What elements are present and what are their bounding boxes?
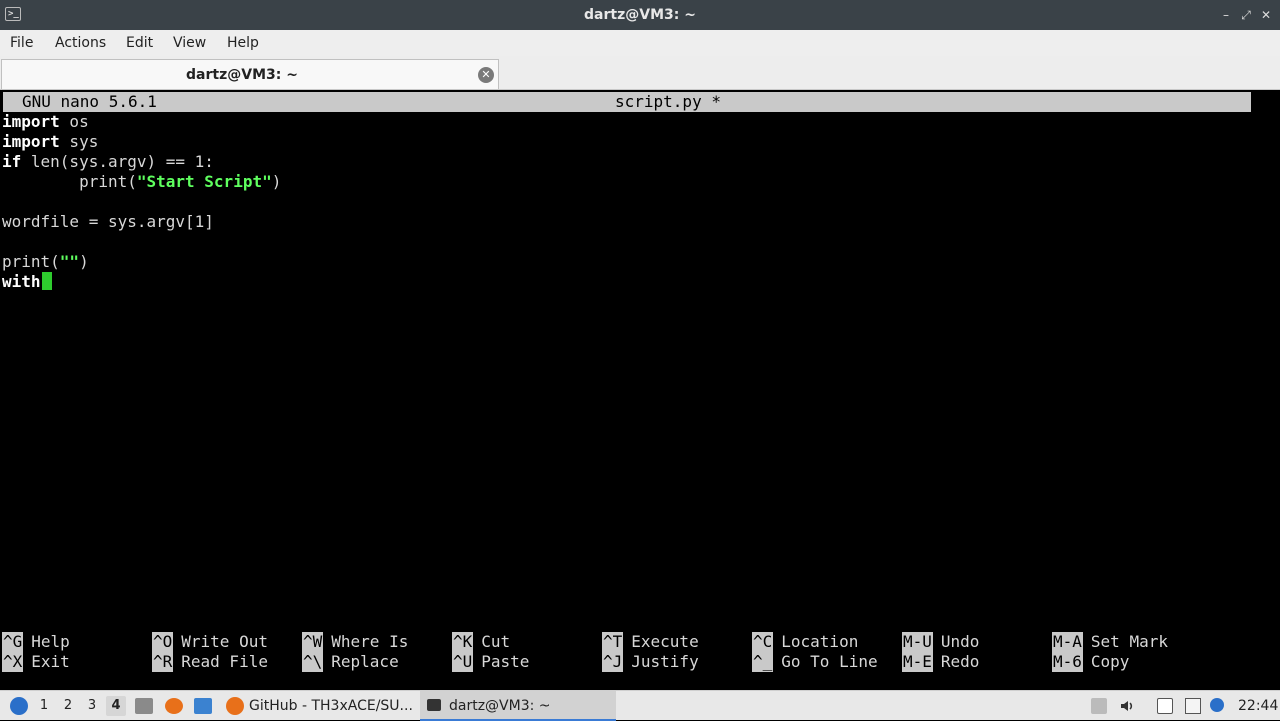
display-icon[interactable] (1185, 698, 1201, 714)
code-line: if len(sys.argv) == 1: (2, 152, 281, 172)
menu-view[interactable]: View (173, 30, 206, 56)
terminal-icon (427, 699, 441, 711)
shortcut-execute: ^T Execute (602, 632, 699, 652)
code-line: wordfile = sys.argv[1] (2, 212, 281, 232)
code-text: ) (271, 172, 282, 191)
code-text: os (59, 112, 89, 131)
code-text: wordfile = sys.argv[1] (2, 212, 214, 231)
terminal-scrollbar[interactable] (1253, 90, 1280, 690)
maximize-button[interactable]: ⤢ (1238, 7, 1254, 23)
shortcut-go-to-line: ^_ Go To Line (752, 652, 878, 672)
code-text: len(sys.argv) == 1: (21, 152, 214, 171)
menubar: File Actions Edit View Help (0, 30, 1280, 56)
code-line: print("") (2, 252, 281, 272)
code-keyword: import (2, 112, 60, 131)
menu-actions[interactable]: Actions (55, 30, 106, 56)
code-text: print( (2, 252, 60, 271)
shortcut-location: ^C Location (752, 632, 859, 652)
code-keyword: with (2, 272, 41, 291)
shortcut-replace: ^\ Replace (302, 652, 399, 672)
volume-icon[interactable] (1119, 698, 1135, 714)
code-keyword: import (2, 132, 60, 151)
shortcut-paste: ^U Paste (452, 652, 530, 672)
shortcut-set-mark: M-A Set Mark (1052, 632, 1168, 652)
terminal-view[interactable]: GNU nano 5.6.1 script.py * import os imp… (0, 90, 1280, 690)
start-menu-icon[interactable] (10, 697, 28, 715)
nano-filename: script.py * (615, 92, 721, 111)
code-editor[interactable]: import os import sys if len(sys.argv) ==… (2, 112, 281, 292)
nano-header: GNU nano 5.6.1 script.py * (3, 92, 1251, 112)
show-desktop-icon[interactable] (194, 698, 212, 714)
clipboard-icon[interactable] (1157, 698, 1173, 714)
code-text: ) (79, 252, 89, 271)
firefox-launcher-icon[interactable] (165, 698, 183, 714)
code-text: sys (59, 132, 99, 151)
task-label: GitHub - TH3xACE/SU... (249, 698, 413, 714)
shortcut-justify: ^J Justify (602, 652, 699, 672)
code-string: "Start Script" (136, 172, 272, 191)
menu-file[interactable]: File (10, 30, 33, 56)
tab-close-icon[interactable]: ✕ (478, 67, 494, 83)
workspace-3[interactable]: 3 (82, 696, 102, 716)
code-string: "" (59, 252, 80, 271)
shortcut-copy: M-6 Copy (1052, 652, 1130, 672)
window-title: dartz@VM3: ~ (584, 7, 696, 23)
menu-edit[interactable]: Edit (126, 30, 153, 56)
update-notifier-icon[interactable] (1210, 698, 1224, 712)
code-line: import sys (2, 132, 281, 152)
menu-help[interactable]: Help (227, 30, 259, 56)
code-line: print("Start Script") (2, 172, 281, 192)
nano-shortcuts: ^G Help ^O Write Out ^W Where Is ^K Cut ^T Ex… (0, 632, 1250, 672)
tab-terminal[interactable]: dartz@VM3: ~ ✕ (1, 59, 499, 89)
code-keyword: if (2, 152, 22, 171)
clock[interactable]: 22:44 (1238, 691, 1278, 721)
workspace-2[interactable]: 2 (58, 696, 78, 716)
shortcut-where-is: ^W Where Is (302, 632, 409, 652)
shortcut-exit: ^X Exit (2, 652, 70, 672)
shortcut-read-file: ^R Read File (152, 652, 268, 672)
minimize-button[interactable]: – (1218, 7, 1234, 23)
shortcut-redo: M-E Redo (902, 652, 980, 672)
workspace-4[interactable]: 4 (106, 696, 126, 716)
file-manager-icon[interactable] (135, 698, 153, 714)
task-firefox[interactable]: GitHub - TH3xACE/SU... (222, 691, 417, 721)
code-line: with (2, 272, 281, 292)
close-button[interactable]: ✕ (1258, 7, 1274, 23)
shortcut-undo: M-U Undo (902, 632, 980, 652)
shortcut-help: ^G Help (2, 632, 70, 652)
taskbar: 1 2 3 4 GitHub - TH3xACE/SU... dartz@VM3… (0, 690, 1280, 721)
nano-version: GNU nano 5.6.1 (22, 92, 157, 111)
code-text: print( (2, 172, 137, 191)
tab-bar: dartz@VM3: ~ ✕ (0, 56, 1280, 90)
tab-title: dartz@VM3: ~ (186, 67, 298, 83)
workspace-1[interactable]: 1 (34, 696, 54, 716)
task-terminal[interactable]: dartz@VM3: ~ (420, 691, 616, 721)
text-cursor (41, 272, 52, 290)
firefox-icon (226, 697, 244, 715)
task-label: dartz@VM3: ~ (449, 698, 551, 714)
window-titlebar: >_ dartz@VM3: ~ – ⤢ ✕ (0, 0, 1280, 30)
tray-expand-icon[interactable] (1091, 698, 1107, 714)
shortcut-write-out: ^O Write Out (152, 632, 268, 652)
code-line: import os (2, 112, 281, 132)
shortcut-cut: ^K Cut (452, 632, 511, 652)
